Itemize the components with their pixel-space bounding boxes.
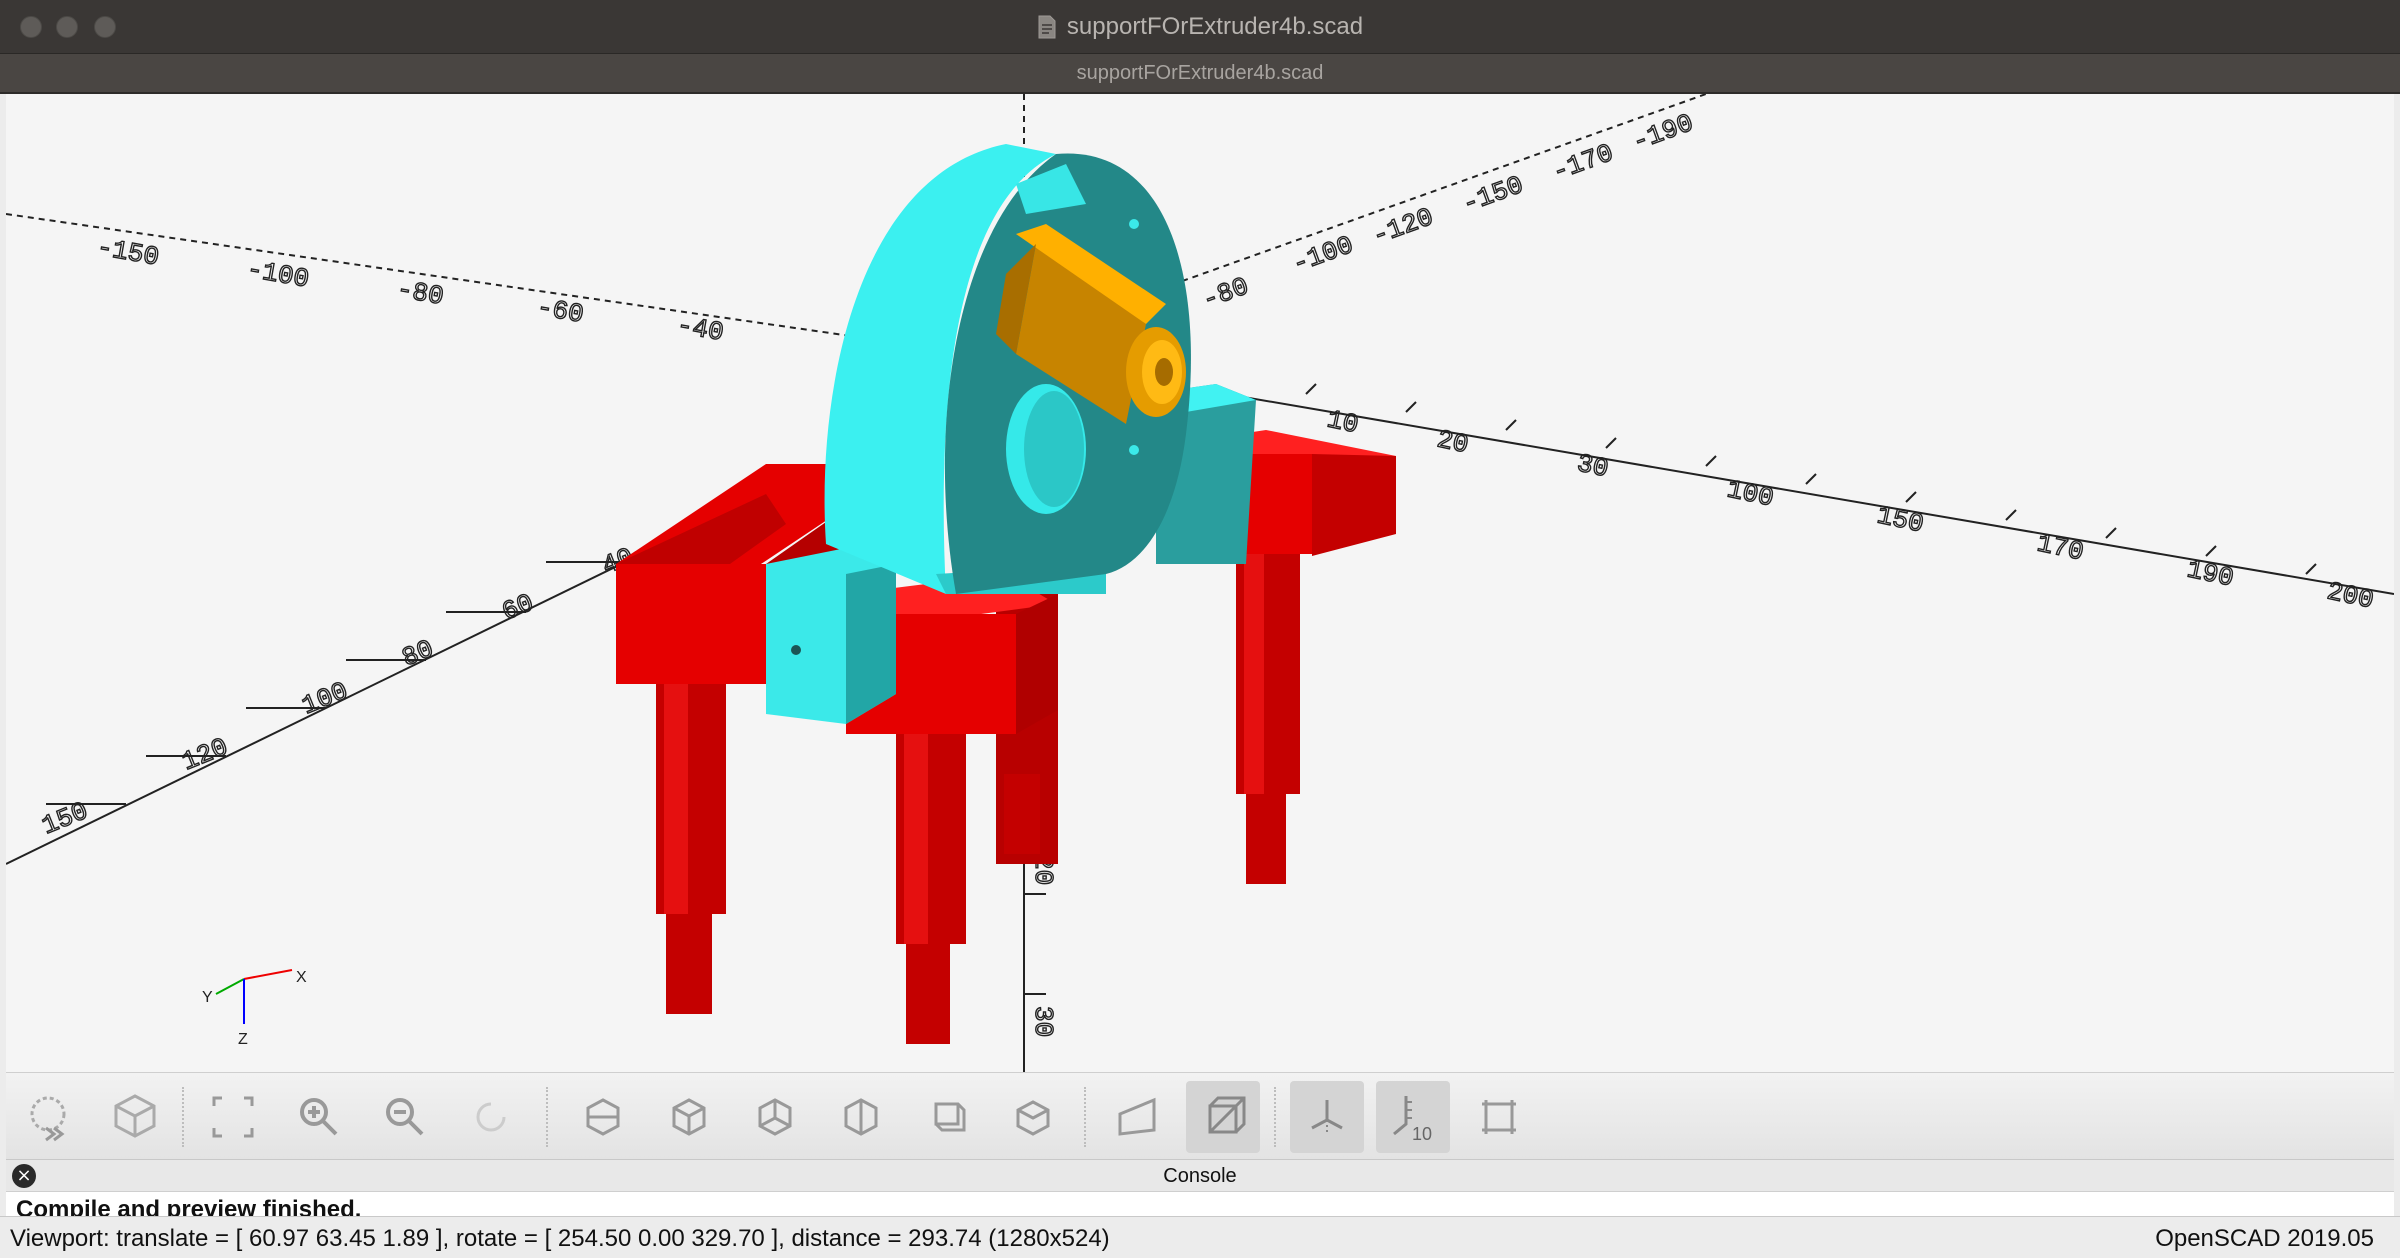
show-scale-markers-button[interactable]: 10: [1376, 1081, 1450, 1153]
view-left-icon: [844, 1098, 878, 1136]
z-axis-label: 30: [1028, 1006, 1058, 1037]
y-neg-label: -190: [1628, 108, 1697, 158]
console-title: Console: [1163, 1165, 1237, 1187]
window-title-area: supportFOrExtruder4b.scad: [0, 0, 2400, 54]
view-all-icon: [212, 1096, 254, 1138]
orthogonal-button[interactable]: [1186, 1081, 1260, 1153]
axis-indicator: X Y Z: [202, 969, 307, 1048]
x-axis-label: 20: [1434, 424, 1471, 460]
y-axis-label: 100: [298, 676, 353, 721]
x-axis-label: 10: [1324, 404, 1361, 440]
view-front-icon: [934, 1102, 966, 1132]
indicator-x-label: X: [296, 969, 307, 986]
y-neg-label: -120: [1368, 202, 1437, 252]
view-front-button[interactable]: [910, 1081, 984, 1153]
view-top-icon: [672, 1098, 706, 1136]
x-axis-label: 170: [2034, 528, 2086, 567]
indicator-z-label: Z: [238, 1031, 248, 1048]
view-toolbar: 10: [6, 1072, 2394, 1160]
perspective-icon: [1118, 1097, 1156, 1136]
scale-marker-label: 10: [1412, 1124, 1432, 1144]
show-edges-button[interactable]: [1462, 1081, 1536, 1153]
toolbar-separator: [1084, 1087, 1086, 1147]
3d-viewport[interactable]: 10 20 30 100 150 170 190 200 -150 -100 -…: [6, 94, 2394, 1072]
tab-bar: supportFOrExtruder4b.scad: [0, 54, 2400, 94]
show-axes-button[interactable]: [1290, 1081, 1364, 1153]
x-axis-label: 190: [2184, 554, 2236, 593]
view-right-button[interactable]: [566, 1081, 640, 1153]
y-neg-label: -170: [1548, 138, 1617, 188]
x-neg-label: -150: [95, 232, 162, 272]
zoom-in-icon: [300, 1098, 338, 1136]
zoom-out-icon: [386, 1098, 424, 1136]
x-axis-label: 200: [2324, 576, 2376, 615]
view-top-button[interactable]: [652, 1081, 726, 1153]
show-edges-icon: [1482, 1100, 1516, 1134]
x-neg-label: -60: [535, 292, 586, 330]
scene-canvas[interactable]: 10 20 30 100 150 170 190 200 -150 -100 -…: [6, 94, 2394, 1072]
viewport-status: Viewport: translate = [ 60.97 63.45 1.89…: [10, 1225, 1110, 1252]
view-right-icon: [586, 1098, 620, 1136]
toolbar-separator: [182, 1087, 184, 1147]
y-neg-label: -100: [1288, 230, 1357, 280]
view-bottom-icon: [758, 1098, 792, 1136]
view-back-icon: [1016, 1100, 1050, 1136]
x-neg-label: -100: [245, 254, 312, 294]
view-left-button[interactable]: [824, 1081, 898, 1153]
indicator-y-label: Y: [202, 989, 213, 1006]
version-label: OpenSCAD 2019.05: [2155, 1225, 2374, 1252]
toolbar-separator: [546, 1087, 548, 1147]
console-header: × Console: [6, 1160, 2394, 1192]
view-back-button[interactable]: [996, 1081, 1070, 1153]
y-axis-label: 120: [178, 732, 233, 777]
x-axis-label: 30: [1574, 448, 1611, 484]
y-neg-label: -150: [1458, 170, 1527, 220]
axes: [6, 94, 2394, 1072]
openscad-window: supportFOrExtruder4b.scad supportFOrExtr…: [0, 0, 2400, 1258]
zoom-in-button[interactable]: [282, 1081, 356, 1153]
tab-file[interactable]: supportFOrExtruder4b.scad: [1077, 62, 1324, 85]
orthogonal-icon: [1208, 1096, 1246, 1134]
reset-view-button[interactable]: [454, 1081, 528, 1153]
y-axis-label: 80: [398, 634, 438, 674]
y-axis-label: 150: [38, 796, 93, 841]
console-line: Compile and preview finished.: [16, 1196, 362, 1216]
document-icon: [1038, 15, 1056, 39]
render-button[interactable]: [98, 1081, 172, 1153]
y-neg-label: -80: [1198, 271, 1252, 315]
preview-button[interactable]: [14, 1081, 88, 1153]
zoom-out-button[interactable]: [368, 1081, 442, 1153]
render-icon: [114, 1094, 156, 1138]
toolbar-separator: [1274, 1087, 1276, 1147]
reset-view-icon: [476, 1102, 506, 1132]
view-all-button[interactable]: [196, 1081, 270, 1153]
window-title: supportFOrExtruder4b.scad: [1066, 13, 1364, 40]
preview-icon: [30, 1096, 66, 1142]
x-axis-label: 150: [1874, 500, 1926, 539]
perspective-button[interactable]: [1100, 1081, 1174, 1153]
x-axis-label: 100: [1724, 474, 1776, 513]
status-bar: Viewport: translate = [ 60.97 63.45 1.89…: [0, 1216, 2400, 1258]
show-scale-markers-icon: 10: [1393, 1096, 1432, 1144]
console-output[interactable]: Compile and preview finished.: [6, 1192, 2394, 1216]
title-bar: supportFOrExtruder4b.scad: [0, 0, 2400, 54]
show-axes-icon: [1311, 1100, 1343, 1134]
x-neg-label: -80: [395, 274, 446, 312]
view-bottom-button[interactable]: [738, 1081, 812, 1153]
